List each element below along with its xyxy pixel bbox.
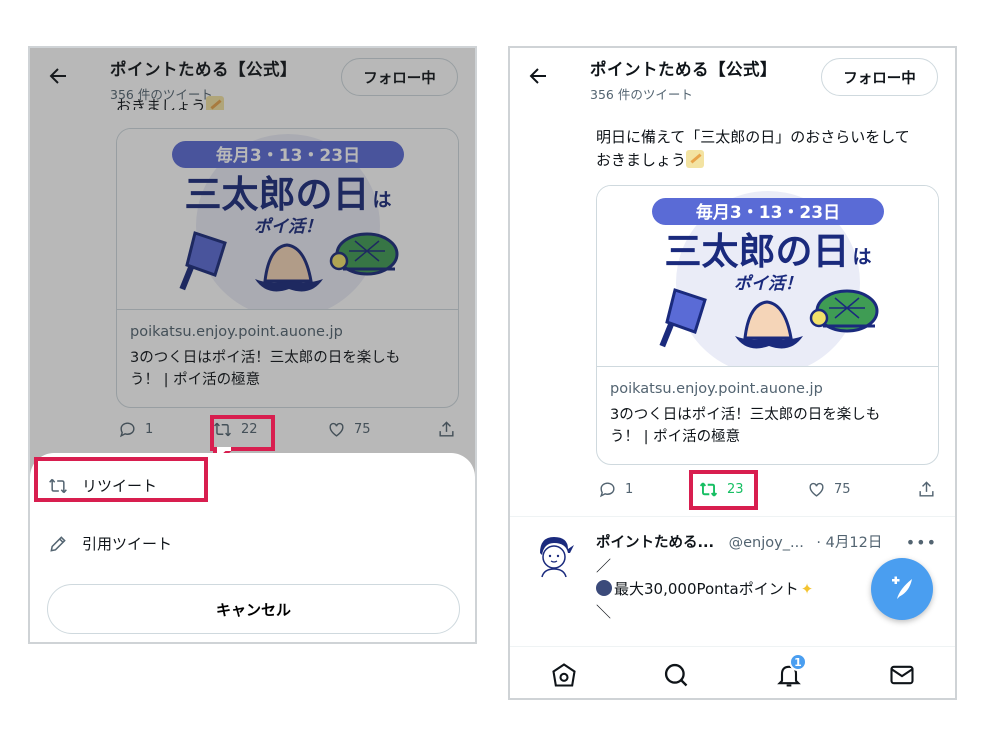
banner-subtitle: ポイ活！ — [734, 274, 802, 294]
back-arrow-icon[interactable] — [526, 64, 550, 88]
card-title-line: う！ | ポイ活の極意 — [610, 429, 741, 445]
card-title: 3のつく日はポイ活！三太郎の日を楽しも う！ | ポイ活の極意 — [610, 404, 925, 448]
reply-header: ポイントためる... @enjoy_... · 4月12日 — [596, 531, 882, 552]
reply-text: ／ 最大30,000Pontaポイント ✦ ＼ — [596, 555, 813, 624]
left-screenshot: ポイントためる【公式】 356 件のツイート フォロー中 おきましょう 毎月3・… — [28, 46, 477, 644]
reply-text-content: 最大30,000Pontaポイント — [614, 580, 799, 598]
pencil-icon — [50, 535, 66, 552]
retweet-highlight-box — [689, 470, 758, 510]
retweet-option-highlight-box — [34, 457, 208, 502]
search-icon[interactable] — [662, 661, 690, 689]
heart-icon — [809, 482, 824, 497]
reply-text-line-2: 最大30,000Pontaポイント ✦ — [596, 578, 813, 601]
compose-tweet-button[interactable] — [871, 558, 933, 620]
follow-button[interactable]: フォロー中 — [821, 58, 938, 96]
tweet-text-line: 明日に備えて「三太郎の日」のおさらいをして — [596, 128, 910, 146]
avatar[interactable] — [530, 531, 578, 579]
like-count: 75 — [834, 482, 851, 497]
card-title-line: 3のつく日はポイ活！三太郎の日を楽しも — [610, 407, 881, 423]
card-meta: poikatsu.enjoy.point.auone.jp 3のつく日はポイ活！… — [597, 366, 938, 464]
notification-badge: 1 — [789, 653, 807, 671]
reply-action[interactable]: 1 — [598, 480, 633, 499]
reply-text-line: ＼ — [596, 603, 612, 621]
like-action[interactable]: 75 — [807, 480, 851, 499]
reply-text-line: ／ — [596, 557, 612, 575]
reply-icon — [599, 482, 615, 498]
bottom-tab-bar: 1 — [510, 646, 955, 698]
reply-author-name: ポイントためる... — [596, 535, 715, 551]
share-icon[interactable] — [917, 480, 936, 499]
mail-icon[interactable] — [888, 661, 916, 689]
quote-option-label: 引用ツイート — [82, 535, 173, 553]
account-name: ポイントためる【公式】 — [590, 60, 777, 79]
speaking-head-emoji-icon — [596, 580, 612, 596]
feather-plus-icon — [892, 576, 912, 599]
sparkles-emoji-icon: ✦ — [800, 580, 814, 598]
profile-header: ポイントためる【公式】 356 件のツイート フォロー中 — [510, 48, 955, 112]
right-screenshot: ポイントためる【公式】 356 件のツイート フォロー中 明日に備えて「三太郎の… — [508, 46, 957, 700]
tweet-text: 明日に備えて「三太郎の日」のおさらいをして おきましょう — [596, 126, 910, 172]
card-domain: poikatsu.enjoy.point.auone.jp — [610, 381, 823, 397]
banner-title-suffix: は — [852, 246, 871, 268]
banner-title: 三太郎の日 — [665, 230, 850, 273]
tweet-actions: 1 23 75 — [596, 480, 941, 510]
quote-tweet-option[interactable]: 引用ツイート — [48, 533, 172, 554]
banner-date-label: 毎月3・13・23日 — [696, 202, 840, 223]
card-image: 毎月3・13・23日 三太郎の日 は ポイ活！ — [597, 186, 938, 366]
link-card[interactable]: 毎月3・13・23日 三太郎の日 は ポイ活！ poikatsu.enjoy.p… — [596, 185, 939, 465]
santaro-banner-illustration: 毎月3・13・23日 三太郎の日 は ポイ活！ — [652, 191, 884, 366]
tweet-count: 356 件のツイート — [590, 87, 693, 102]
home-icon[interactable] — [550, 661, 578, 689]
reply-handle: @enjoy_... — [728, 535, 804, 551]
pencil-emoji-icon — [686, 150, 705, 168]
reply-date: · 4月12日 — [816, 535, 883, 551]
account-info: ポイントためる【公式】 356 件のツイート — [590, 56, 777, 103]
more-options-icon[interactable]: ••• — [906, 533, 937, 552]
notifications-tab[interactable]: 1 — [775, 653, 807, 689]
cancel-button[interactable]: キャンセル — [47, 584, 460, 634]
reply-count: 1 — [625, 482, 634, 497]
tweet-text-line: おきましょう — [596, 151, 687, 169]
retweet-highlight-box — [210, 415, 275, 451]
